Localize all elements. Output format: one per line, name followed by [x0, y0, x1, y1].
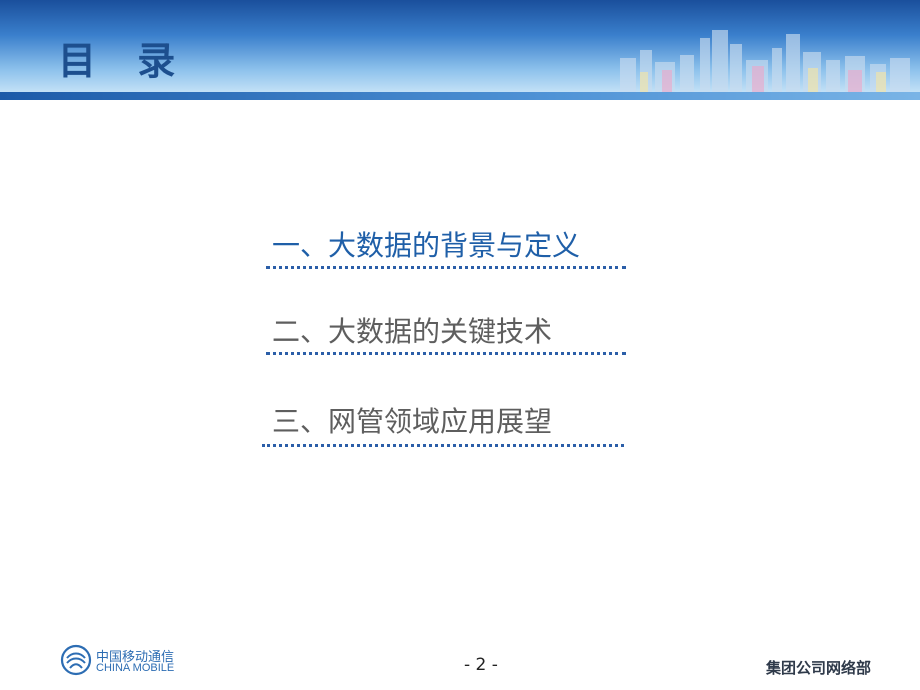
toc-item-network-management-outlook[interactable]: 三、网管领域应用展望 — [272, 400, 552, 440]
header-banner: 目 录 — [0, 0, 920, 100]
toc-divider — [266, 266, 626, 269]
page-number: - 2 - — [464, 655, 498, 675]
china-mobile-logo: 中国移动通信 CHINA MOBILE — [60, 644, 174, 680]
toc-item-key-technologies[interactable]: 二、大数据的关键技术 — [272, 310, 552, 350]
toc-divider — [262, 444, 624, 447]
china-mobile-emblem-icon — [60, 644, 92, 676]
page-title: 目 录 — [58, 39, 190, 83]
header-stripe — [0, 92, 920, 100]
department-label: 集团公司网络部 — [766, 659, 872, 677]
toc-item-background-definition[interactable]: 一、大数据的背景与定义 — [272, 224, 580, 264]
toc-divider — [266, 352, 626, 355]
logo-english-name: CHINA MOBILE — [96, 662, 175, 674]
